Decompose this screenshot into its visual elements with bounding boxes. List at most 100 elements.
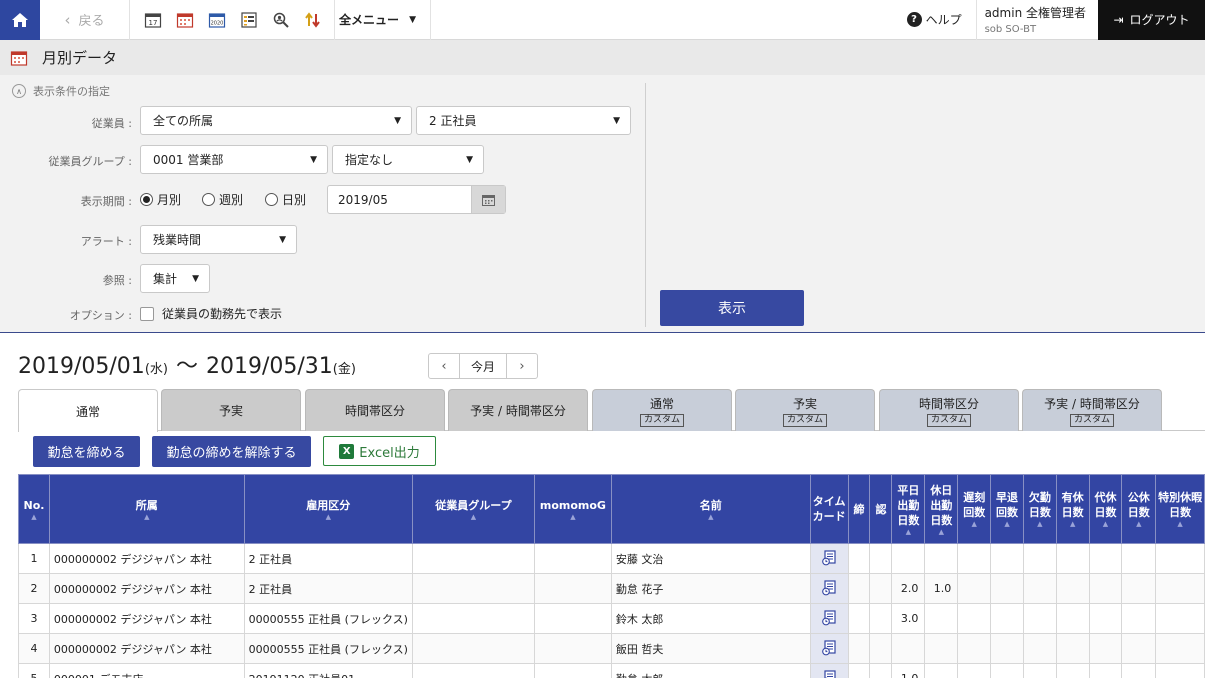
calendar-grid-icon[interactable] xyxy=(174,9,196,31)
period-daily-radio[interactable]: 日別 xyxy=(265,191,306,208)
tab-normal-custom[interactable]: 通常 カスタム xyxy=(592,389,732,431)
table-row: 4 000000002 デジジャパン 本社 00000555 正社員 (フレック… xyxy=(18,633,1205,664)
table-header-row: No. ▲ 所属 ▲ 雇用区分 ▲ 従業員グループ ▲ momomoG ▲ 名前 ▲ タイム… xyxy=(18,474,1205,544)
group-value: 0001 営業部 xyxy=(153,153,224,167)
back-label: 戻る xyxy=(78,14,105,29)
timecard-icon xyxy=(820,549,838,567)
range-start: 2019/05/01 xyxy=(18,354,145,379)
col-late-count[interactable]: 遅刻 回数 ▲ xyxy=(957,474,992,544)
radio-unchecked-icon xyxy=(202,193,215,206)
option-label: オプション : xyxy=(69,309,132,322)
period-date-input[interactable]: 2019/05 xyxy=(327,185,506,214)
unclose-attendance-button[interactable]: 勤怠の締めを解除する xyxy=(152,436,311,467)
filter-divider xyxy=(645,83,646,327)
cell-name: 勤怠 花子 xyxy=(610,573,811,604)
calendar-17-icon[interactable]: 17 xyxy=(142,9,164,31)
table-row: 3 000000002 デジジャパン 本社 00000555 正社員 (フレック… xyxy=(18,603,1205,634)
cell-special xyxy=(1155,663,1205,678)
tab-label: 予実 / 時間帯区分 xyxy=(470,404,566,418)
back-button[interactable]: ‹ 戻る xyxy=(40,0,130,40)
col-group[interactable]: 従業員グループ ▲ xyxy=(411,474,535,544)
cell-special xyxy=(1155,603,1205,634)
cell-sub xyxy=(1088,633,1123,664)
cell-holiday-days xyxy=(924,663,959,678)
view-tabs: 通常 予実 時間帯区分 予実 / 時間帯区分 通常 カスタム 予実 カスタム 時… xyxy=(18,389,1205,432)
employee-type-value: 2 正社員 xyxy=(429,114,477,128)
caret-down-icon: ▼ xyxy=(409,14,416,25)
cell-timecard[interactable] xyxy=(809,543,849,574)
cell-name: 勤怠 太郎 xyxy=(610,663,811,678)
col-weekday-days[interactable]: 平日 出勤 日数 ▲ xyxy=(891,474,926,544)
tab-plan-actual-time-zone[interactable]: 予実 / 時間帯区分 xyxy=(448,389,588,431)
page-title: 月別データ xyxy=(42,49,118,67)
group-select[interactable]: 0001 営業部 ▼ xyxy=(140,145,328,174)
tab-normal[interactable]: 通常 xyxy=(18,389,158,432)
employee-dept-select[interactable]: 全ての所属 ▼ xyxy=(140,106,412,135)
col-absent-days[interactable]: 欠勤 日数 ▲ xyxy=(1022,474,1057,544)
cell-timecard[interactable] xyxy=(809,573,849,604)
cell-weekday-days: 2.0 xyxy=(891,573,926,604)
group-sub-select[interactable]: 指定なし ▼ xyxy=(332,145,484,174)
col-sub-holiday-days[interactable]: 代休 日数 ▲ xyxy=(1088,474,1123,544)
tab-label: 予実 xyxy=(218,404,243,418)
tab-time-zone[interactable]: 時間帯区分 xyxy=(305,389,445,431)
close-attendance-button[interactable]: 勤怠を締める xyxy=(33,436,140,467)
help-link[interactable]: ? ヘルプ xyxy=(893,0,977,40)
top-bar: ‹ 戻る 17 2020 全メニュー ▼ ? ヘルプ admin 全権管理者 s… xyxy=(0,0,1205,40)
period-weekly-radio[interactable]: 週別 xyxy=(202,191,243,208)
cell-paid xyxy=(1055,663,1090,678)
timecard-icon xyxy=(820,579,838,597)
col-public-holiday-days[interactable]: 公休 日数 ▲ xyxy=(1121,474,1157,544)
employee-type-select[interactable]: 2 正社員 ▼ xyxy=(416,106,631,135)
col-dept[interactable]: 所属 ▲ xyxy=(48,474,245,544)
show-button[interactable]: 表示 xyxy=(660,290,804,326)
logout-button[interactable]: ⇥ ログアウト xyxy=(1098,0,1205,40)
attendance-table: No. ▲ 所属 ▲ 雇用区分 ▲ 従業員グループ ▲ momomoG ▲ 名前 ▲ タイム… xyxy=(18,474,1205,678)
cell-absent xyxy=(1022,603,1057,634)
cell-timecard[interactable] xyxy=(809,663,849,678)
this-month-button[interactable]: 今月 xyxy=(459,354,507,378)
filter-section-toggle[interactable]: ∧ 表示条件の指定 xyxy=(12,83,110,99)
period-monthly-radio[interactable]: 月別 xyxy=(140,191,181,208)
cell-timecard[interactable] xyxy=(809,603,849,634)
tab-plan-actual-time-zone-custom[interactable]: 予実 / 時間帯区分 カスタム xyxy=(1022,389,1162,431)
svg-text:17: 17 xyxy=(149,19,158,27)
cell-timecard[interactable] xyxy=(809,633,849,664)
option-checkbox[interactable]: 従業員の勤務先で表示 xyxy=(140,305,282,322)
cell-no: 2 xyxy=(18,573,50,604)
calendar-2020-icon[interactable]: 2020 xyxy=(206,9,228,31)
home-button[interactable] xyxy=(0,0,40,40)
cell-late xyxy=(957,543,992,574)
col-name[interactable]: 名前 ▲ xyxy=(610,474,811,544)
prev-month-button[interactable]: ‹ xyxy=(429,354,459,378)
alert-select[interactable]: 残業時間 ▼ xyxy=(140,225,297,254)
col-emp-type[interactable]: 雇用区分 ▲ xyxy=(243,474,413,544)
logout-icon: ⇥ xyxy=(1113,12,1124,27)
col-paid-leave-days[interactable]: 有休 日数 ▲ xyxy=(1055,474,1090,544)
user-info: admin 全権管理者 sob SO-BT xyxy=(977,0,1098,40)
excel-export-button[interactable]: X Excel出力 xyxy=(323,436,436,466)
tab-plan-actual[interactable]: 予実 xyxy=(161,389,301,431)
ref-select[interactable]: 集計 ▼ xyxy=(140,264,210,293)
col-special-leave-days[interactable]: 特別休暇 日数 ▲ xyxy=(1155,474,1205,544)
person-search-icon[interactable] xyxy=(270,9,292,31)
tab-label: 時間帯区分 xyxy=(344,404,405,418)
caret-down-icon: ▼ xyxy=(394,115,401,126)
col-early-count[interactable]: 早退 回数 ▲ xyxy=(990,474,1024,544)
calendar-picker-button[interactable] xyxy=(471,186,505,213)
col-timecard: タイム カード xyxy=(809,474,849,544)
all-menu-dropdown[interactable]: 全メニュー ▼ xyxy=(335,0,431,40)
cell-approve xyxy=(869,663,893,678)
col-holiday-days[interactable]: 休日 出勤 日数 ▲ xyxy=(924,474,959,544)
list-chart-icon[interactable] xyxy=(238,9,260,31)
sort-arrows-icon[interactable] xyxy=(302,9,324,31)
tab-plan-actual-custom[interactable]: 予実 カスタム xyxy=(735,389,875,431)
tab-time-zone-custom[interactable]: 時間帯区分 カスタム xyxy=(879,389,1019,431)
col-momomog[interactable]: momomoG ▲ xyxy=(533,474,612,544)
custom-badge: カスタム xyxy=(926,413,971,427)
cell-emp-type: 00000555 正社員 (フレックス) xyxy=(243,603,413,634)
next-month-button[interactable]: › xyxy=(507,354,537,378)
col-no[interactable]: No. ▲ xyxy=(18,474,50,544)
cell-dept: 000000002 デジジャパン 本社 xyxy=(48,633,245,664)
group-label: 従業員グループ : xyxy=(48,155,132,168)
